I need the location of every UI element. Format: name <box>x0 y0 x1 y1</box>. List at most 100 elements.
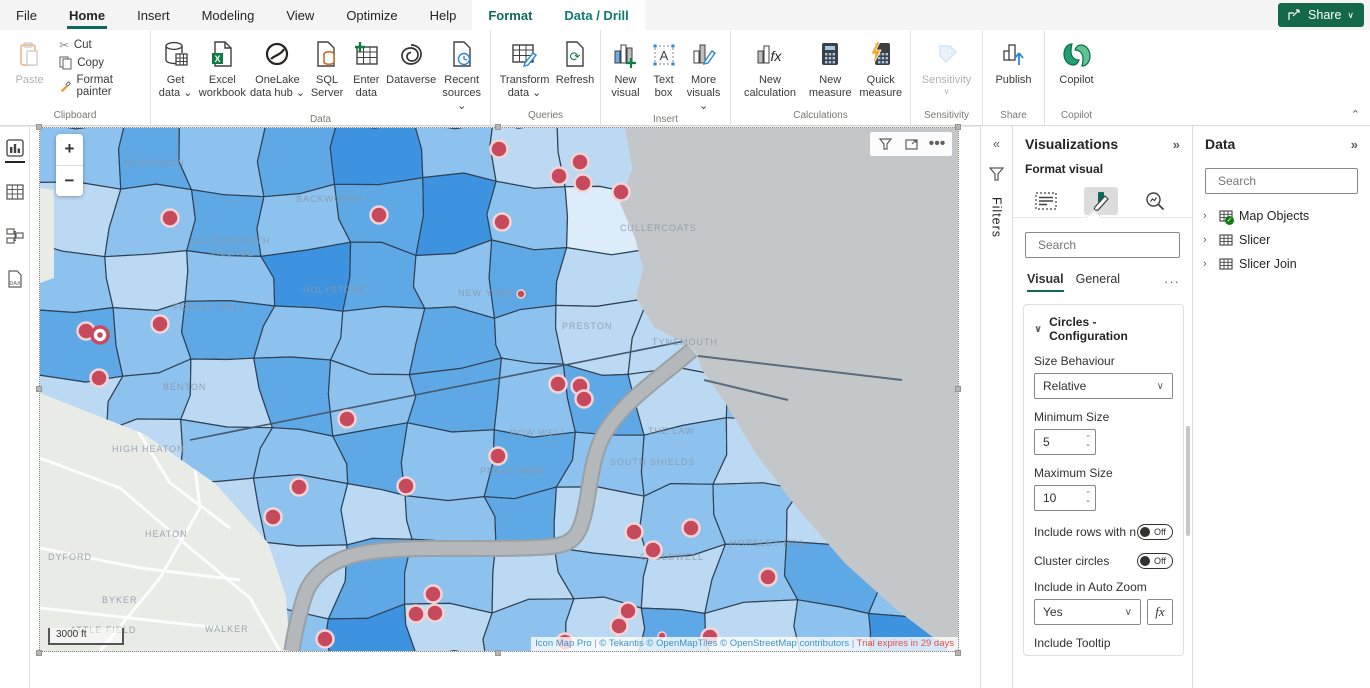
spinner-arrows[interactable]: ⌃⌄ <box>1085 492 1095 504</box>
expand-filters-icon[interactable]: « <box>993 136 1000 151</box>
map-marker[interactable] <box>517 290 525 298</box>
tab-visual[interactable]: Visual <box>1025 270 1070 292</box>
format-search-box[interactable] <box>1025 232 1180 258</box>
spinner-arrows[interactable]: ⌃⌄ <box>1085 436 1095 448</box>
new-calculation-button[interactable]: fx New calculation <box>735 34 805 100</box>
tab-file[interactable]: File <box>0 0 53 30</box>
tree-item-map-objects[interactable]: › ✓ Map Objects <box>1203 204 1364 228</box>
map-marker[interactable] <box>683 520 700 537</box>
publish-button[interactable]: Publish <box>987 34 1040 87</box>
more-visuals-button[interactable]: More visuals ⌄ <box>681 34 726 113</box>
expand-chevron-icon[interactable]: › <box>1203 210 1213 222</box>
auto-zoom-dropdown[interactable]: Yes ∨ <box>1034 599 1141 625</box>
map-marker[interactable] <box>575 175 592 192</box>
analytics-icon[interactable] <box>1138 187 1172 215</box>
refresh-button[interactable]: ⟳ Refresh <box>554 34 596 87</box>
new-visual-button[interactable]: New visual <box>605 34 646 100</box>
map-marker[interactable] <box>97 332 103 338</box>
map-marker[interactable] <box>152 316 169 333</box>
tab-general[interactable]: General <box>1074 270 1126 292</box>
map-marker[interactable] <box>626 524 643 541</box>
include-tooltip-dropdown[interactable]: Yes ∨ <box>1034 655 1141 656</box>
paste-button[interactable]: Paste <box>4 34 55 87</box>
dax-query-view-icon[interactable]: DAX <box>4 269 26 291</box>
search-input[interactable] <box>1038 238 1192 252</box>
map-marker[interactable] <box>339 411 356 428</box>
resize-handle[interactable] <box>955 650 961 656</box>
tab-view[interactable]: View <box>270 0 330 30</box>
transform-data-button[interactable]: Transform data ⌄ <box>495 34 554 100</box>
tab-insert[interactable]: Insert <box>121 0 186 30</box>
more-format-options-icon[interactable]: ··· <box>1164 274 1180 289</box>
report-view-icon[interactable] <box>4 137 26 159</box>
format-painter-button[interactable]: Format painter <box>59 74 142 98</box>
map-marker[interactable] <box>371 207 388 224</box>
new-measure-button[interactable]: New measure <box>805 34 856 100</box>
resize-handle[interactable] <box>495 124 501 130</box>
size-behaviour-dropdown[interactable]: Relative ∨ <box>1034 373 1173 399</box>
more-options-icon[interactable]: ••• <box>926 134 948 154</box>
quick-measure-button[interactable]: Quick measure <box>855 34 906 100</box>
tab-format[interactable]: Format <box>472 0 548 30</box>
expand-chevron-icon[interactable]: › <box>1203 234 1213 246</box>
resize-handle[interactable] <box>36 650 42 656</box>
recent-sources-button[interactable]: Recent sources ⌄ <box>437 34 486 113</box>
tab-modeling[interactable]: Modeling <box>186 0 271 30</box>
tab-optimize[interactable]: Optimize <box>330 0 413 30</box>
map-marker[interactable] <box>291 479 308 496</box>
map-marker[interactable] <box>265 509 282 526</box>
table-view-icon[interactable] <box>4 181 26 203</box>
include-rows-toggle[interactable]: Off <box>1137 524 1173 540</box>
map-marker[interactable] <box>576 391 593 408</box>
resize-handle[interactable] <box>955 124 961 130</box>
icon-map-visual[interactable]: BURRADONBACKWORTHKILLINGWORTHVILLAGEFORE… <box>39 127 959 652</box>
map-marker[interactable] <box>317 631 334 648</box>
text-box-button[interactable]: A Text box <box>646 34 681 100</box>
copy-button[interactable]: Copy <box>59 56 142 70</box>
map-marker[interactable] <box>425 586 442 603</box>
model-view-icon[interactable] <box>4 225 26 247</box>
pane-scrollbar-thumb[interactable] <box>1186 426 1190 536</box>
search-input[interactable] <box>1218 174 1370 188</box>
sensitivity-button[interactable]: Sensitivity ∨ <box>915 34 978 96</box>
auto-zoom-fx-button[interactable]: fx <box>1147 599 1173 625</box>
map-marker[interactable] <box>551 168 568 185</box>
maximum-size-input[interactable]: 10 ⌃⌄ <box>1034 485 1096 511</box>
map-marker[interactable] <box>550 376 567 393</box>
collapse-data-icon[interactable]: » <box>1351 137 1358 152</box>
tab-data-drill[interactable]: Data / Drill <box>548 0 644 30</box>
expand-chevron-icon[interactable]: › <box>1203 258 1213 270</box>
map-marker[interactable] <box>645 542 662 559</box>
visual-filter-icon[interactable] <box>874 134 896 154</box>
tab-help[interactable]: Help <box>414 0 473 30</box>
cut-button[interactable]: ✂Cut <box>59 38 142 52</box>
map-marker[interactable] <box>427 605 444 622</box>
build-visual-icon[interactable] <box>1029 187 1063 215</box>
circles-configuration-section[interactable]: ∨ Circles - Configuration <box>1034 315 1173 343</box>
map-marker[interactable] <box>611 618 628 635</box>
zoom-out-button[interactable]: − <box>56 166 83 197</box>
map-marker[interactable] <box>760 569 777 586</box>
resize-handle[interactable] <box>495 650 501 656</box>
map-marker[interactable] <box>572 154 589 171</box>
tree-item-slicer[interactable]: › Slicer <box>1203 228 1364 252</box>
map-marker[interactable] <box>91 370 108 387</box>
resize-handle[interactable] <box>36 386 42 392</box>
enter-data-button[interactable]: Enter data <box>348 34 385 100</box>
tree-item-slicer-join[interactable]: › Slicer Join <box>1203 252 1364 276</box>
focus-mode-icon[interactable] <box>900 134 922 154</box>
onelake-hub-button[interactable]: OneLake data hub ⌄ <box>249 34 307 100</box>
data-search-box[interactable] <box>1205 168 1358 194</box>
map-marker[interactable] <box>490 448 507 465</box>
map-marker[interactable] <box>408 606 425 623</box>
format-visual-icon[interactable] <box>1084 187 1118 215</box>
include-tooltip-fx-button[interactable]: fx <box>1147 655 1173 656</box>
map-marker[interactable] <box>494 214 511 231</box>
share-button[interactable]: Share ∨ <box>1278 3 1364 27</box>
excel-workbook-button[interactable]: X Excel workbook <box>196 34 248 100</box>
ribbon-collapse-chevron[interactable]: ⌃ <box>1351 108 1360 121</box>
map-marker[interactable] <box>613 184 630 201</box>
minimum-size-input[interactable]: 5 ⌃⌄ <box>1034 429 1096 455</box>
map-marker[interactable] <box>491 141 508 158</box>
tab-home[interactable]: Home <box>53 0 121 30</box>
